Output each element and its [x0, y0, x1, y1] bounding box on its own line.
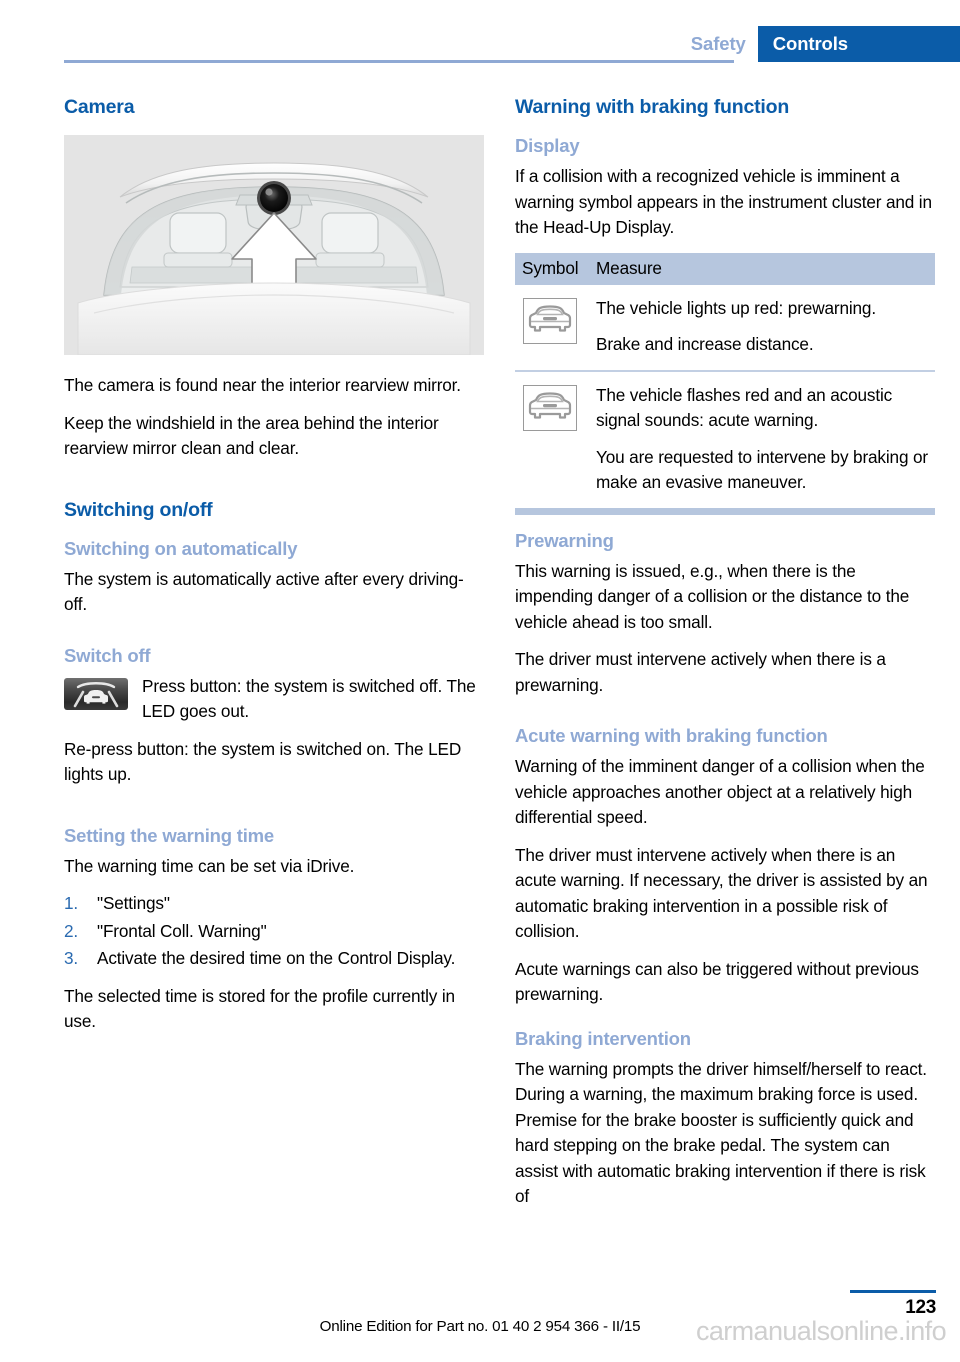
breadcrumb: Safety Controls	[691, 26, 960, 62]
re-press-button-text: Re-press button: the system is switched …	[64, 738, 462, 785]
measure-text: The vehicle flashes red and an acoustic …	[596, 384, 893, 431]
online-edition-notice: Online Edition for Part no. 01 40 2 954 …	[319, 1318, 641, 1335]
subsection-braking-intervention: Braking intervention	[515, 1027, 691, 1049]
column-header-measure: Measure	[587, 252, 935, 285]
symbol-measure-table: Symbol Measure The vehicle lights up red…	[515, 252, 935, 508]
table-row: The vehicle lights up red: prewarning. B…	[515, 285, 935, 371]
page-title-camera: Camera	[64, 96, 135, 118]
collision-warning-button-icon[interactable]	[64, 677, 128, 710]
subsection-display: Display	[515, 135, 580, 156]
collision-warning-glyph	[73, 681, 119, 707]
header-divider	[64, 60, 734, 63]
braking-intervention-text: The warning prompts the driver himself/h…	[515, 1058, 927, 1207]
measure-cell: The vehicle flashes red and an acoustic …	[587, 369, 935, 508]
measure-text: The vehicle lights up red: prewarning.	[596, 297, 876, 318]
right-column: Warning with braking function Display If…	[515, 96, 935, 1222]
measure-text: You are requested to intervene by brakin…	[596, 446, 928, 493]
windshield-camera-illustration	[64, 135, 484, 355]
section-switching-on-off: Switching on/off	[64, 498, 213, 521]
page-footer: 123 Online Edition for Part no. 01 40 2 …	[0, 1272, 960, 1362]
list-item: 1. "Settings"	[64, 891, 484, 917]
acute-warning-text-2: The driver must intervene actively when …	[515, 844, 928, 942]
camera-location-text: The camera is found near the interior re…	[64, 375, 461, 395]
step-text: "Frontal Coll. Warning"	[97, 920, 267, 941]
column-header-symbol: Symbol	[515, 252, 587, 285]
page-number: 123	[905, 1297, 936, 1318]
warning-time-outro-text: The selected time is stored for the prof…	[64, 985, 455, 1032]
left-column: Camera The camera is found near the inte…	[64, 96, 484, 1047]
switch-off-instruction-text: Press button: the system is switched off…	[142, 675, 476, 722]
step-number: 1.	[64, 893, 79, 913]
breadcrumb-section-controls[interactable]: Controls	[757, 26, 960, 62]
switching-on-automatically-text: The system is automatically active after…	[64, 568, 464, 615]
symbol-cell	[515, 369, 587, 508]
breadcrumb-section-safety[interactable]: Safety	[691, 26, 758, 62]
car-front-warning-symbol	[523, 384, 577, 431]
step-number: 2.	[64, 920, 79, 941]
windshield-clean-text: Keep the windshield in the area behind t…	[64, 412, 439, 459]
car-front-warning-symbol	[523, 297, 577, 344]
car-front-glyph	[528, 304, 572, 332]
display-text: If a collision with a recognized vehicle…	[515, 166, 932, 237]
subsection-setting-warning-time: Setting the warning time	[64, 824, 275, 846]
measure-text: Brake and increase distance.	[596, 334, 814, 354]
table-row: The vehicle flashes red and an acoustic …	[515, 369, 935, 508]
step-text: "Settings"	[97, 893, 170, 913]
switch-off-instruction: Press button: the system is switched off…	[64, 674, 484, 725]
symbol-cell	[515, 285, 587, 371]
acute-warning-text-3: Acute warnings can also be triggered wit…	[515, 958, 919, 1005]
subsection-switch-off: Switch off	[64, 644, 151, 666]
page-header: Safety Controls	[0, 0, 960, 63]
windshield-camera-figure-svg	[64, 135, 484, 355]
step-number: 3.	[64, 948, 79, 968]
warning-time-intro-text: The warning time can be set via iDrive.	[64, 855, 355, 876]
step-text: Activate the desired time on the Control…	[97, 948, 456, 968]
subsection-switching-on-automatically: Switching on automatically	[64, 537, 298, 559]
footer-accent-rule	[850, 1290, 936, 1293]
list-item: 3. Activate the desired time on the Cont…	[64, 946, 484, 972]
table-header-row: Symbol Measure	[515, 252, 935, 285]
subsection-acute-warning: Acute warning with braking function	[515, 725, 828, 746]
warning-time-steps: 1. "Settings" 2. "Frontal Coll. Warning"…	[64, 891, 484, 972]
table-bottom-rule	[515, 507, 935, 515]
section-warning-with-braking-function: Warning with braking function	[515, 96, 790, 118]
car-front-glyph	[528, 391, 572, 419]
prewarning-text-2: The driver must intervene actively when …	[515, 649, 886, 695]
acute-warning-text-1: Warning of the imminent danger of a coll…	[515, 756, 925, 827]
subsection-prewarning: Prewarning	[515, 529, 614, 551]
prewarning-text-1: This warning is issued, e.g., when there…	[515, 560, 910, 632]
measure-cell: The vehicle lights up red: prewarning. B…	[587, 285, 935, 371]
list-item: 2. "Frontal Coll. Warning"	[64, 919, 484, 945]
